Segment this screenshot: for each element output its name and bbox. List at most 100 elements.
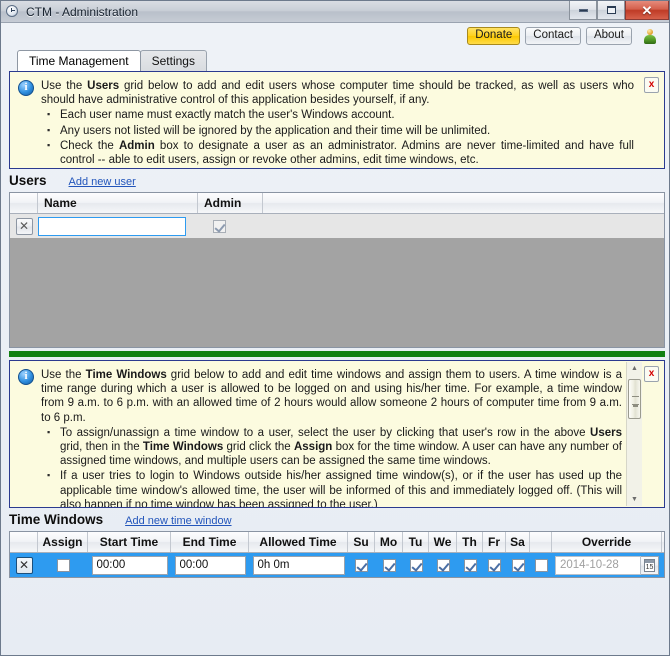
- override-date-picker[interactable]: 2014-10-28 15: [555, 555, 659, 575]
- tw-b0-s3: Assign: [293, 441, 333, 454]
- donate-button[interactable]: Donate: [467, 27, 521, 45]
- tab-panel-time-management: i Use the Users grid below to add and ed…: [9, 71, 665, 653]
- tw-b0-s2: Time Windows: [142, 441, 224, 454]
- tw-col-th[interactable]: Th: [457, 532, 483, 552]
- tw-info-p1a: Use the: [41, 369, 86, 381]
- scrollbar-thumb[interactable]: [628, 379, 641, 419]
- table-row[interactable]: ✕: [10, 214, 664, 238]
- tw-row-assign-cell[interactable]: [38, 553, 88, 577]
- users-row-filler-cell: [263, 214, 664, 238]
- users-info-bullet-0: Each user name must exactly match the us…: [47, 107, 634, 122]
- day-checkbox-we[interactable]: [436, 558, 450, 572]
- minimize-icon: [578, 8, 588, 12]
- tw-row-su-cell[interactable]: [348, 553, 375, 577]
- delete-row-icon[interactable]: ✕: [15, 217, 33, 235]
- users-grid-header: Name Admin: [10, 193, 664, 214]
- user-icon[interactable]: [643, 28, 657, 44]
- delete-row-icon[interactable]: ✕: [15, 556, 33, 574]
- close-button[interactable]: ✕: [625, 1, 669, 20]
- tw-info-bullets: To assign/unassign a time window to a us…: [41, 425, 622, 507]
- override-date-input[interactable]: 2014-10-28: [555, 555, 641, 575]
- tw-col-override[interactable]: Override: [552, 532, 662, 552]
- tw-row-we-cell[interactable]: [429, 553, 457, 577]
- override-checkbox[interactable]: [534, 558, 548, 572]
- tw-row-end-time-cell[interactable]: 00:00: [171, 553, 249, 577]
- contact-button[interactable]: Contact: [525, 27, 581, 45]
- add-new-user-link[interactable]: Add new user: [69, 176, 136, 188]
- maximize-button[interactable]: [597, 1, 625, 20]
- title-bar: CTM - Administration ✕: [1, 1, 669, 23]
- calendar-day-label: 15: [645, 563, 654, 571]
- tw-row-allowed-time-cell[interactable]: 0h 0m: [249, 553, 348, 577]
- day-checkbox-tu[interactable]: [409, 558, 423, 572]
- tw-col-start-time[interactable]: Start Time: [88, 532, 171, 552]
- tw-info-bullet-1: If a user tries to login to Windows outs…: [47, 468, 622, 507]
- tw-row-fr-cell[interactable]: [483, 553, 506, 577]
- day-checkbox-su[interactable]: [355, 558, 368, 572]
- scroll-down-icon[interactable]: ▼: [628, 493, 641, 506]
- users-info-bullet-2-pre: Check the: [60, 139, 119, 152]
- users-row-delete-cell[interactable]: ✕: [10, 214, 38, 238]
- tw-col-sa[interactable]: Sa: [506, 532, 530, 552]
- tw-row-tu-cell[interactable]: [403, 553, 429, 577]
- admin-checkbox[interactable]: [213, 219, 226, 233]
- time-windows-grid[interactable]: Assign Start Time End Time Allowed Time …: [9, 531, 665, 578]
- tw-row-th-cell[interactable]: [457, 553, 483, 577]
- time-windows-heading: Time Windows: [9, 512, 104, 527]
- users-grid[interactable]: Name Admin ✕: [9, 192, 665, 348]
- tw-row-start-time-cell[interactable]: 00:00: [88, 553, 171, 577]
- users-row-name-cell[interactable]: [38, 214, 198, 238]
- tw-col-tu[interactable]: Tu: [403, 532, 429, 552]
- close-users-info-button[interactable]: x: [644, 77, 659, 93]
- table-row[interactable]: ✕ 00:00 00:00 0h 0m 2014-10-28 15: [10, 553, 664, 577]
- tw-row-sa-cell[interactable]: [506, 553, 530, 577]
- users-col-actions: [10, 193, 38, 213]
- window-controls: ✕: [569, 1, 669, 22]
- maximize-icon: [606, 6, 616, 14]
- users-col-name[interactable]: Name: [38, 193, 198, 213]
- tw-col-su[interactable]: Su: [348, 532, 375, 552]
- start-time-input[interactable]: 00:00: [91, 555, 168, 575]
- time-windows-info-text: Use the Time Windows grid below to add a…: [41, 368, 622, 507]
- tw-info-bullet-0: To assign/unassign a time window to a us…: [47, 425, 622, 469]
- close-time-windows-info-button[interactable]: x: [644, 366, 659, 382]
- users-col-admin[interactable]: Admin: [198, 193, 263, 213]
- users-col-filler: [263, 193, 664, 213]
- scrollbar-track[interactable]: [628, 375, 641, 493]
- minimize-button[interactable]: [569, 1, 597, 20]
- allowed-time-input[interactable]: 0h 0m: [252, 555, 345, 575]
- day-checkbox-mo[interactable]: [382, 558, 396, 572]
- day-checkbox-fr[interactable]: [488, 558, 501, 572]
- info-icon: i: [18, 369, 34, 385]
- tab-time-management[interactable]: Time Management: [17, 50, 141, 71]
- tw-col-allowed-time[interactable]: Allowed Time: [249, 532, 348, 552]
- users-info-bullet-2-strong: Admin: [118, 139, 155, 152]
- tw-col-we[interactable]: We: [429, 532, 457, 552]
- tw-col-mo[interactable]: Mo: [375, 532, 403, 552]
- tw-b0-mid2: grid click the: [223, 441, 294, 454]
- users-row-admin-cell[interactable]: [198, 214, 263, 238]
- tw-row-mo-cell[interactable]: [375, 553, 403, 577]
- day-checkbox-sa[interactable]: [511, 558, 525, 572]
- tw-row-override-cell[interactable]: 2014-10-28 15: [552, 553, 662, 577]
- section-divider: [9, 351, 665, 357]
- client-area: Donate Contact About Time Management Set…: [1, 23, 669, 655]
- tw-row-delete-cell[interactable]: ✕: [10, 553, 38, 577]
- tw-col-fr[interactable]: Fr: [483, 532, 506, 552]
- assign-checkbox[interactable]: [56, 558, 70, 572]
- users-info-p1c: grid below to add and edit users whose c…: [41, 80, 634, 107]
- add-new-time-window-link[interactable]: Add new time window: [125, 515, 231, 527]
- time-windows-section-header: Time Windows Add new time window: [9, 512, 665, 531]
- end-time-input[interactable]: 00:00: [174, 555, 246, 575]
- tw-col-assign[interactable]: Assign: [38, 532, 88, 552]
- scroll-up-icon[interactable]: ▲: [628, 362, 641, 375]
- calendar-icon[interactable]: 15: [641, 555, 659, 575]
- about-button[interactable]: About: [585, 27, 632, 45]
- tw-row-override-toggle-cell[interactable]: [530, 553, 552, 577]
- info-scrollbar[interactable]: ▲ ▼: [626, 362, 642, 506]
- user-name-input[interactable]: [38, 216, 186, 236]
- users-info-p1b: Users: [87, 80, 120, 92]
- tab-settings[interactable]: Settings: [139, 50, 207, 71]
- tw-col-end-time[interactable]: End Time: [171, 532, 249, 552]
- day-checkbox-th[interactable]: [463, 558, 477, 572]
